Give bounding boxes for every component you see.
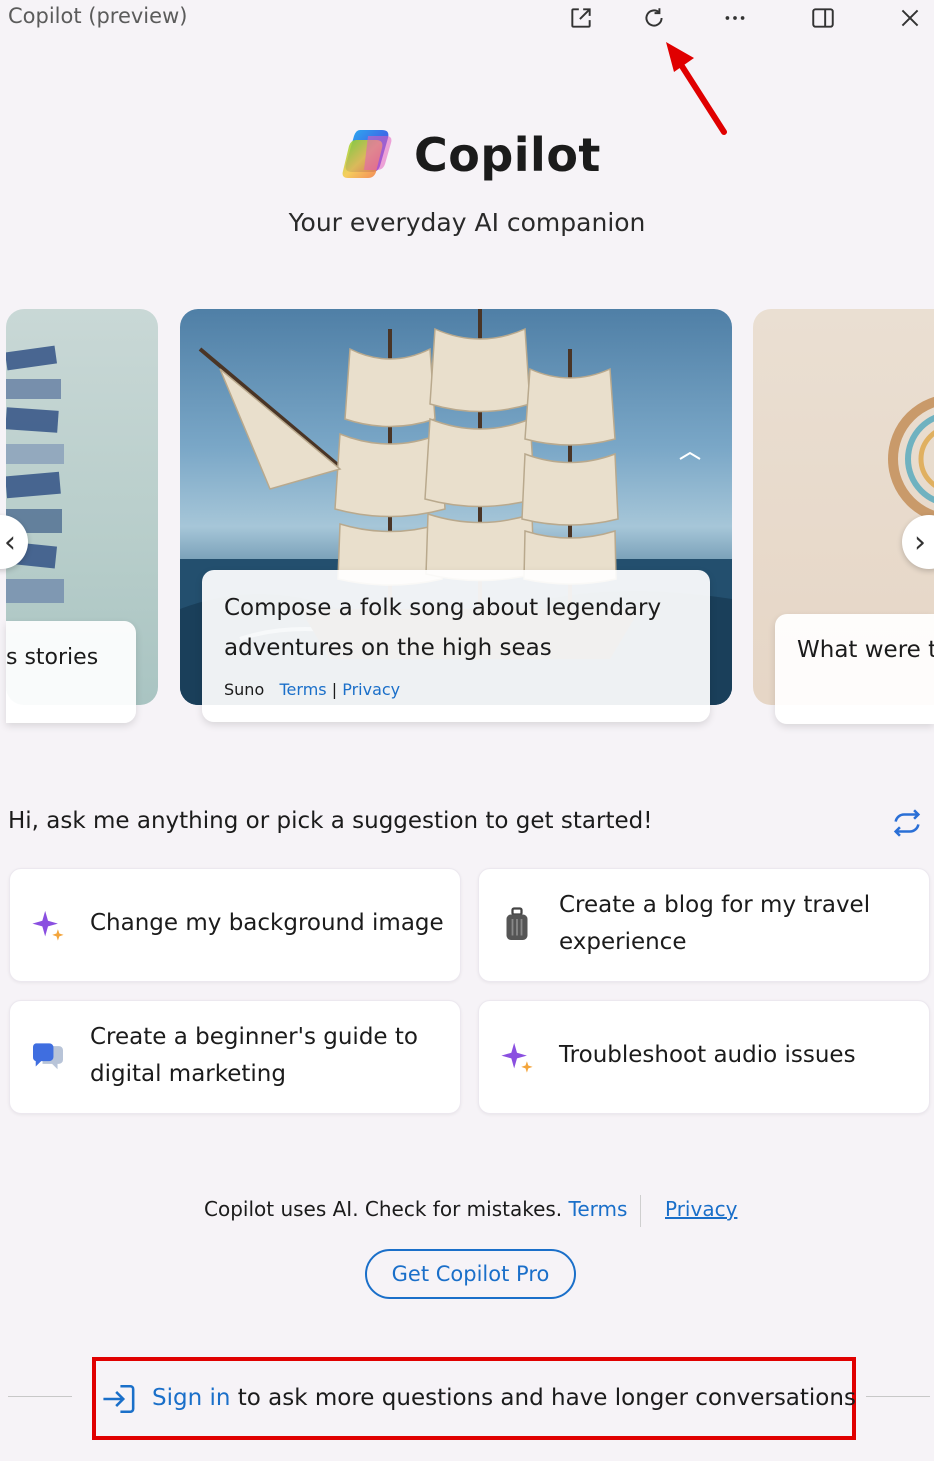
- card-link-separator: |: [331, 680, 338, 699]
- suggestion-label: Change my background image: [90, 910, 444, 936]
- signin-divider-left: [8, 1396, 72, 1397]
- chevron-right-icon: ›: [914, 524, 926, 560]
- chat-bubbles-icon: [30, 1039, 66, 1075]
- suggestion-label: Troubleshoot audio issues: [559, 1042, 856, 1068]
- disclaimer-text: Copilot uses AI. Check for mistakes.: [204, 1197, 563, 1221]
- carousel-right-caption[interactable]: What were t inventions in: [775, 614, 934, 724]
- prompt-text: Hi, ask me anything or pick a suggestion…: [8, 808, 653, 834]
- footer-divider: [640, 1195, 641, 1227]
- suggestion-label: Create a beginner's guide to digital mar…: [90, 1024, 418, 1087]
- privacy-link[interactable]: Privacy: [665, 1197, 737, 1221]
- sign-in-link[interactable]: Sign in: [152, 1385, 230, 1411]
- refresh-suggestions-icon[interactable]: [888, 806, 926, 840]
- annotation-arrow: [666, 42, 727, 135]
- chevron-left-icon: ‹: [4, 524, 16, 560]
- caption-meta: Suno Terms | Privacy: [224, 680, 400, 699]
- left-caption-text: s stories: [6, 645, 99, 670]
- suggestion-change-background[interactable]: Change my background image: [9, 868, 461, 982]
- luggage-icon: [499, 907, 535, 943]
- carousel-main-caption[interactable]: Compose a folk song about legendary adve…: [202, 570, 710, 722]
- signin-message-text: to ask more questions and have longer co…: [237, 1385, 856, 1411]
- sparkle-icon: [499, 1039, 535, 1075]
- suggestion-label: Create a blog for my travel experience: [559, 892, 871, 955]
- signin-divider-right: [866, 1396, 930, 1397]
- carousel-left-caption[interactable]: s stories: [6, 621, 136, 723]
- suggestion-travel-blog[interactable]: Create a blog for my travel experience: [478, 868, 930, 982]
- more-icon[interactable]: [718, 2, 752, 34]
- terms-link[interactable]: Terms: [569, 1197, 628, 1221]
- suggestion-troubleshoot-audio[interactable]: Troubleshoot audio issues: [478, 1000, 930, 1114]
- ai-disclaimer: Copilot uses AI. Check for mistakes. Ter…: [204, 1197, 627, 1221]
- signin-message: Sign in to ask more questions and have l…: [152, 1385, 856, 1411]
- brand-name: Copilot: [414, 128, 601, 182]
- close-icon[interactable]: [893, 2, 927, 34]
- window-title: Copilot (preview): [8, 4, 188, 28]
- tagline: Your everyday AI companion: [288, 208, 646, 237]
- card-terms-link[interactable]: Terms: [280, 680, 327, 699]
- sign-in-icon[interactable]: [100, 1382, 138, 1416]
- suggestion-marketing-guide[interactable]: Create a beginner's guide to digital mar…: [9, 1000, 461, 1114]
- refresh-icon[interactable]: [637, 2, 671, 34]
- provider-name: Suno: [224, 680, 265, 699]
- right-caption-text: What were t inventions in: [797, 637, 934, 663]
- main-caption-text: Compose a folk song about legendary adve…: [224, 595, 662, 661]
- open-external-icon[interactable]: [564, 2, 598, 34]
- sidebar-toggle-icon[interactable]: [806, 2, 840, 34]
- sparkle-icon: [30, 907, 66, 943]
- card-privacy-link[interactable]: Privacy: [342, 680, 400, 699]
- get-copilot-pro-button[interactable]: Get Copilot Pro: [365, 1249, 576, 1299]
- copilot-logo-icon: [342, 130, 392, 178]
